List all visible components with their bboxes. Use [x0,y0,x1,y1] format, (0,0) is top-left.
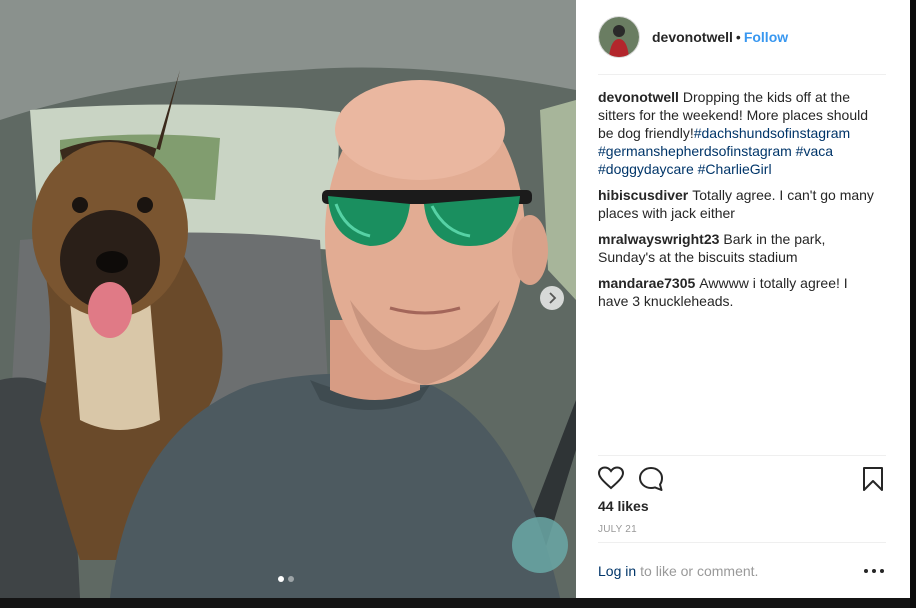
carousel-dot-active [278,576,284,582]
likes-count[interactable]: 44 likes [598,498,649,514]
action-bar [597,455,886,497]
hashtag-link[interactable]: #dachshundsofinstagram [694,125,850,141]
list-item: hibiscusdiver Totally agree. I can't go m… [598,186,878,222]
carousel-dot [288,576,294,582]
separator-dot: • [735,29,741,45]
comment-button[interactable] [638,466,664,497]
next-slide-button[interactable] [540,286,564,310]
like-button[interactable] [597,466,625,495]
header-username[interactable]: devonotwell [652,29,733,45]
comment-icon [639,467,663,491]
more-options-button[interactable] [864,563,884,579]
bookmark-icon [863,467,883,491]
post-photo[interactable] [0,0,576,598]
login-prompt-text: to like or comment. [640,563,759,579]
login-link[interactable]: Log in [598,563,636,579]
comment-author[interactable]: hibiscusdiver [598,187,688,203]
hashtag-link[interactable]: #vaca [796,143,833,159]
list-item: mralwayswright23 Bark in the park, Sunday… [598,230,878,266]
comments-list: devonotwell Dropping the kids off at the … [598,88,878,318]
post-side-panel: devonotwell • Follow devonotwell Dropping t… [576,0,910,598]
more-options-icon [872,569,876,573]
hashtag-link[interactable]: #germanshepherdsofinstagram [598,143,792,159]
post-header: devonotwell • Follow [598,16,886,75]
caption: devonotwell Dropping the kids off at the … [598,88,878,178]
heart-icon [597,466,625,490]
comment-footer: Log in to like or comment. [598,542,886,599]
comment-author[interactable]: devonotwell [598,89,679,105]
avatar[interactable] [598,16,640,58]
hashtag-link[interactable]: #doggydaycare [598,161,694,177]
save-button[interactable] [862,466,884,497]
comment-author[interactable]: mralwayswright23 [598,231,719,247]
page-edge [0,598,910,608]
more-options-icon [864,569,868,573]
selfie-image [0,0,576,598]
more-options-icon [880,569,884,573]
post-date[interactable]: JULY 21 [598,524,637,535]
page-edge [910,0,916,608]
carousel-indicator [278,576,294,582]
comment-author[interactable]: mandarae7305 [598,275,695,291]
list-item: mandarae7305 Awwww i totally agree! I hav… [598,274,878,310]
follow-button[interactable]: Follow [744,29,788,45]
chevron-right-icon [549,292,557,304]
profile-picture [599,17,639,57]
hashtag-link[interactable]: #CharlieGirl [698,161,772,177]
